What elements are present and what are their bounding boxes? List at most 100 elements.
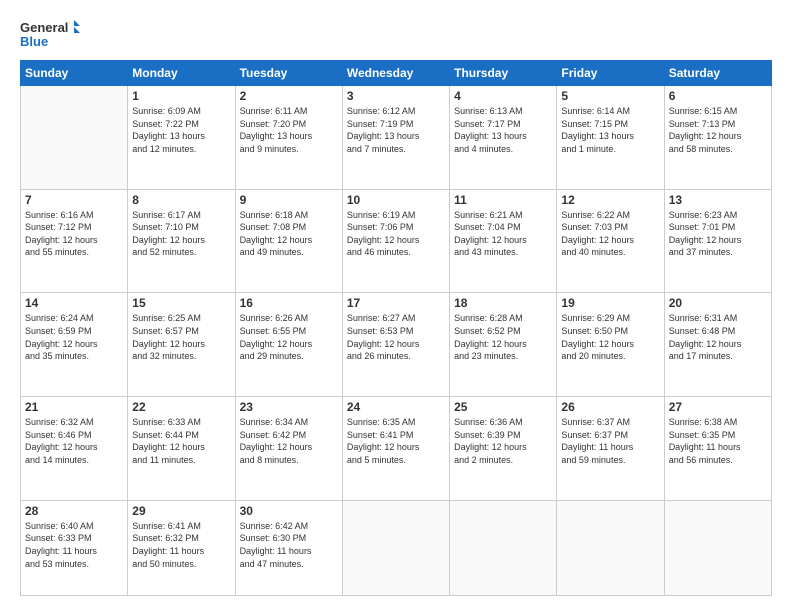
header-sunday: Sunday: [21, 61, 128, 86]
calendar-cell: 30 Sunrise: 6:42 AM Sunset: 6:30 PM Dayli…: [235, 500, 342, 595]
day-number: 4: [454, 89, 552, 103]
cell-info: Sunrise: 6:14 AM Sunset: 7:15 PM Dayligh…: [561, 105, 659, 155]
week-row-1: 1Sunrise: 6:09 AM Sunset: 7:22 PM Daylig…: [21, 86, 772, 190]
cell-info: Sunrise: 6:23 AM Sunset: 7:01 PM Dayligh…: [669, 209, 767, 259]
week-row-3: 14 Sunrise: 6:24 AM Sunset: 6:59 PM Dayli…: [21, 293, 772, 397]
calendar-cell: 23 Sunrise: 6:34 AM Sunset: 6:42 PM Dayli…: [235, 397, 342, 501]
calendar-cell: 25Sunrise: 6:36 AM Sunset: 6:39 PM Dayli…: [450, 397, 557, 501]
day-number: 28: [25, 504, 123, 518]
day-number: 9: [240, 193, 338, 207]
cell-info: Sunrise: 6:09 AM Sunset: 7:22 PM Dayligh…: [132, 105, 230, 155]
cell-info: Sunrise: 6:19 AM Sunset: 7:06 PM Dayligh…: [347, 209, 445, 259]
calendar-table: SundayMondayTuesdayWednesdayThursdayFrid…: [20, 60, 772, 596]
day-number: 2: [240, 89, 338, 103]
day-number: 24: [347, 400, 445, 414]
cell-info: Sunrise: 6:24 AM Sunset: 6:59 PM Dayligh…: [25, 312, 123, 362]
cell-info: Sunrise: 6:22 AM Sunset: 7:03 PM Dayligh…: [561, 209, 659, 259]
cell-info: Sunrise: 6:21 AM Sunset: 7:04 PM Dayligh…: [454, 209, 552, 259]
calendar-cell: 28 Sunrise: 6:40 AM Sunset: 6:33 PM Dayli…: [21, 500, 128, 595]
calendar-cell: 13Sunrise: 6:23 AM Sunset: 7:01 PM Dayli…: [664, 189, 771, 293]
cell-info: Sunrise: 6:11 AM Sunset: 7:20 PM Dayligh…: [240, 105, 338, 155]
calendar-cell: 2 Sunrise: 6:11 AM Sunset: 7:20 PM Daylig…: [235, 86, 342, 190]
day-number: 3: [347, 89, 445, 103]
logo: General Blue: [20, 16, 80, 52]
calendar-cell: 14 Sunrise: 6:24 AM Sunset: 6:59 PM Dayli…: [21, 293, 128, 397]
day-number: 27: [669, 400, 767, 414]
week-row-4: 21 Sunrise: 6:32 AM Sunset: 6:46 PM Dayli…: [21, 397, 772, 501]
header-saturday: Saturday: [664, 61, 771, 86]
calendar-cell: 22 Sunrise: 6:33 AM Sunset: 6:44 PM Dayli…: [128, 397, 235, 501]
day-number: 20: [669, 296, 767, 310]
cell-info: Sunrise: 6:37 AM Sunset: 6:37 PM Dayligh…: [561, 416, 659, 466]
day-number: 14: [25, 296, 123, 310]
calendar-cell: 3 Sunrise: 6:12 AM Sunset: 7:19 PM Daylig…: [342, 86, 449, 190]
cell-info: Sunrise: 6:27 AM Sunset: 6:53 PM Dayligh…: [347, 312, 445, 362]
cell-info: Sunrise: 6:12 AM Sunset: 7:19 PM Dayligh…: [347, 105, 445, 155]
calendar-cell: 18Sunrise: 6:28 AM Sunset: 6:52 PM Dayli…: [450, 293, 557, 397]
svg-text:Blue: Blue: [20, 34, 48, 49]
cell-info: Sunrise: 6:16 AM Sunset: 7:12 PM Dayligh…: [25, 209, 123, 259]
day-number: 6: [669, 89, 767, 103]
calendar-cell: [450, 500, 557, 595]
day-number: 30: [240, 504, 338, 518]
calendar-cell: 26 Sunrise: 6:37 AM Sunset: 6:37 PM Dayli…: [557, 397, 664, 501]
cell-info: Sunrise: 6:13 AM Sunset: 7:17 PM Dayligh…: [454, 105, 552, 155]
cell-info: Sunrise: 6:34 AM Sunset: 6:42 PM Dayligh…: [240, 416, 338, 466]
logo-svg: General Blue: [20, 16, 80, 52]
calendar-cell: 11 Sunrise: 6:21 AM Sunset: 7:04 PM Dayli…: [450, 189, 557, 293]
day-number: 29: [132, 504, 230, 518]
header-wednesday: Wednesday: [342, 61, 449, 86]
calendar-cell: 9 Sunrise: 6:18 AM Sunset: 7:08 PM Daylig…: [235, 189, 342, 293]
calendar-cell: 17Sunrise: 6:27 AM Sunset: 6:53 PM Dayli…: [342, 293, 449, 397]
day-number: 15: [132, 296, 230, 310]
day-number: 22: [132, 400, 230, 414]
svg-text:General: General: [20, 20, 68, 35]
calendar-cell: 24 Sunrise: 6:35 AM Sunset: 6:41 PM Dayli…: [342, 397, 449, 501]
day-number: 7: [25, 193, 123, 207]
day-number: 5: [561, 89, 659, 103]
cell-info: Sunrise: 6:33 AM Sunset: 6:44 PM Dayligh…: [132, 416, 230, 466]
cell-info: Sunrise: 6:42 AM Sunset: 6:30 PM Dayligh…: [240, 520, 338, 570]
calendar-cell: 5 Sunrise: 6:14 AM Sunset: 7:15 PM Daylig…: [557, 86, 664, 190]
cell-info: Sunrise: 6:28 AM Sunset: 6:52 PM Dayligh…: [454, 312, 552, 362]
day-number: 19: [561, 296, 659, 310]
day-number: 12: [561, 193, 659, 207]
calendar-cell: 10Sunrise: 6:19 AM Sunset: 7:06 PM Dayli…: [342, 189, 449, 293]
week-row-5: 28 Sunrise: 6:40 AM Sunset: 6:33 PM Dayli…: [21, 500, 772, 595]
cell-info: Sunrise: 6:25 AM Sunset: 6:57 PM Dayligh…: [132, 312, 230, 362]
calendar-header-row: SundayMondayTuesdayWednesdayThursdayFrid…: [21, 61, 772, 86]
cell-info: Sunrise: 6:31 AM Sunset: 6:48 PM Dayligh…: [669, 312, 767, 362]
calendar-cell: 20 Sunrise: 6:31 AM Sunset: 6:48 PM Dayli…: [664, 293, 771, 397]
cell-info: Sunrise: 6:26 AM Sunset: 6:55 PM Dayligh…: [240, 312, 338, 362]
cell-info: Sunrise: 6:32 AM Sunset: 6:46 PM Dayligh…: [25, 416, 123, 466]
cell-info: Sunrise: 6:40 AM Sunset: 6:33 PM Dayligh…: [25, 520, 123, 570]
cell-info: Sunrise: 6:18 AM Sunset: 7:08 PM Dayligh…: [240, 209, 338, 259]
cell-info: Sunrise: 6:29 AM Sunset: 6:50 PM Dayligh…: [561, 312, 659, 362]
calendar-cell: 15 Sunrise: 6:25 AM Sunset: 6:57 PM Dayli…: [128, 293, 235, 397]
cell-info: Sunrise: 6:38 AM Sunset: 6:35 PM Dayligh…: [669, 416, 767, 466]
cell-info: Sunrise: 6:15 AM Sunset: 7:13 PM Dayligh…: [669, 105, 767, 155]
day-number: 8: [132, 193, 230, 207]
calendar-cell: 1Sunrise: 6:09 AM Sunset: 7:22 PM Daylig…: [128, 86, 235, 190]
calendar-cell: 12 Sunrise: 6:22 AM Sunset: 7:03 PM Dayli…: [557, 189, 664, 293]
calendar-cell: 4 Sunrise: 6:13 AM Sunset: 7:17 PM Daylig…: [450, 86, 557, 190]
header-friday: Friday: [557, 61, 664, 86]
header-tuesday: Tuesday: [235, 61, 342, 86]
calendar-cell: 27 Sunrise: 6:38 AM Sunset: 6:35 PM Dayli…: [664, 397, 771, 501]
calendar-cell: [21, 86, 128, 190]
week-row-2: 7 Sunrise: 6:16 AM Sunset: 7:12 PM Daylig…: [21, 189, 772, 293]
calendar-body: 1Sunrise: 6:09 AM Sunset: 7:22 PM Daylig…: [21, 86, 772, 596]
cell-info: Sunrise: 6:36 AM Sunset: 6:39 PM Dayligh…: [454, 416, 552, 466]
cell-info: Sunrise: 6:35 AM Sunset: 6:41 PM Dayligh…: [347, 416, 445, 466]
day-number: 11: [454, 193, 552, 207]
header: General Blue: [20, 16, 772, 52]
day-number: 16: [240, 296, 338, 310]
calendar-cell: 6 Sunrise: 6:15 AM Sunset: 7:13 PM Daylig…: [664, 86, 771, 190]
calendar-cell: [342, 500, 449, 595]
calendar-cell: [557, 500, 664, 595]
day-number: 21: [25, 400, 123, 414]
page: General Blue SundayMondayTuesdayWednesda…: [0, 0, 792, 612]
day-number: 23: [240, 400, 338, 414]
calendar-cell: 7 Sunrise: 6:16 AM Sunset: 7:12 PM Daylig…: [21, 189, 128, 293]
day-number: 26: [561, 400, 659, 414]
